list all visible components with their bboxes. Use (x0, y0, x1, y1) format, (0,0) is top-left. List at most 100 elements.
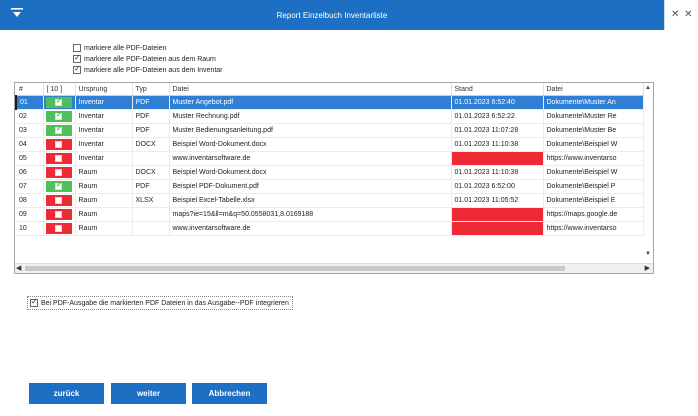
row-checkbox[interactable] (55, 211, 62, 218)
row-flag-cell[interactable] (43, 179, 76, 194)
next-button[interactable]: weiter (111, 383, 186, 404)
row-flag-cell[interactable] (43, 137, 76, 152)
checked-flag[interactable] (46, 97, 72, 108)
row-number: 05 (16, 151, 44, 166)
unchecked-flag[interactable] (46, 167, 72, 178)
close-button[interactable]: ✕ ✕ (664, 0, 698, 30)
row-stand: 01.01.2023 11:05:52 (451, 193, 544, 208)
table-header-row: # [ 10 ] Ursprung Typ Datei Stand Datei (16, 83, 644, 96)
checked-flag[interactable] (46, 111, 72, 122)
column-header-datei[interactable]: Datei (169, 83, 452, 96)
column-header-typ[interactable]: Typ (132, 83, 170, 96)
row-checkbox[interactable] (55, 197, 62, 204)
checked-flag[interactable] (46, 125, 72, 136)
back-button[interactable]: zurück (29, 383, 104, 404)
row-ursprung: Raum (75, 193, 133, 208)
row-flag-cell[interactable] (43, 221, 76, 236)
row-flag-cell[interactable] (43, 95, 76, 110)
checked-flag[interactable] (46, 181, 72, 192)
documents-grid[interactable]: # [ 10 ] Ursprung Typ Datei Stand Datei … (14, 82, 654, 274)
row-stand: 01.01.2023 6:52:00 (451, 179, 544, 194)
row-flag-cell[interactable] (43, 207, 76, 222)
column-header-number[interactable]: # (16, 83, 44, 96)
table-row[interactable]: 07 RaumPDFBeispiel PDF-Dokument.pdf01.01.… (16, 179, 644, 194)
mark-all-pdf-option[interactable]: markiere alle PDF-Dateien (73, 43, 166, 53)
row-datei: maps?ie=15&ll=m&q=50.0558031,8.0169188 (169, 207, 452, 222)
table-row[interactable]: 01 InventarPDFMuster Angebot.pdf01.01.202… (15, 95, 644, 110)
row-ursprung: Inventar (75, 137, 133, 152)
row-flag-cell[interactable] (43, 151, 76, 166)
table-row[interactable]: 05 Inventar www.inventarsoftware.de https:/… (16, 151, 644, 166)
row-checkbox[interactable] (55, 125, 62, 134)
mark-all-pdf-room-option[interactable]: markiere alle PDF-Dateien aus dem Raum (73, 53, 216, 64)
mark-all-pdf-inventory-option[interactable]: markiere alle PDF-Dateien aus dem Invent… (73, 64, 223, 75)
row-ursprung: Raum (75, 221, 133, 236)
row-stand: 01.01.2023 6:52:22 (451, 109, 544, 124)
row-flag-cell[interactable] (43, 193, 76, 208)
table-row[interactable]: 02 InventarPDFMuster Rechnung.pdf01.01.20… (16, 109, 644, 124)
table-row[interactable]: 10 Raum www.inventarsoftware.de https://www… (16, 221, 644, 236)
unchecked-flag[interactable] (46, 209, 72, 220)
table-row[interactable]: 08 Raum XLSX Beispiel Excel-Tabelle.xlsx 01.… (16, 193, 644, 208)
unchecked-flag[interactable] (46, 223, 72, 234)
pdf-integrate-checkbox[interactable] (30, 297, 38, 307)
row-datei: Muster Bedienungsanleitung.pdf (169, 123, 452, 138)
row-number: 09 (16, 207, 44, 222)
row-ursprung: Inventar (75, 95, 133, 110)
scroll-right-icon[interactable]: ▶ (645, 264, 650, 272)
row-checkbox[interactable] (55, 155, 62, 162)
row-flag-cell[interactable] (43, 109, 76, 124)
table-row[interactable]: 06 Raum DOCX Beispiel Word-Dokument.docx 01.… (16, 165, 644, 180)
row-typ: DOCX (132, 137, 170, 152)
row-checkbox[interactable] (55, 225, 62, 232)
table-row[interactable]: 09 Raum maps?ie=15&ll=m&q=50.0558031,8.016… (16, 207, 644, 222)
column-header-count[interactable]: [ 10 ] (43, 83, 76, 96)
row-checkbox[interactable] (55, 169, 62, 176)
row-stand: 01.01.2023 11:10:38 (451, 137, 544, 152)
row-typ: XLSX (132, 193, 170, 208)
row-flag-cell[interactable] (43, 165, 76, 180)
row-pfad: https://maps.google.de (543, 207, 644, 222)
column-header-ursprung[interactable]: Ursprung (75, 83, 133, 96)
table-row[interactable]: 03 InventarPDFMuster Bedienungsanleitung.… (16, 123, 644, 138)
table-row[interactable]: 04 Inventar DOCX Beispiel Word-Dokument.doc… (16, 137, 644, 152)
row-datei: www.inventarsoftware.de (169, 221, 452, 236)
row-pfad: Dokumente\Beispiel P (543, 179, 644, 194)
column-header-pfad[interactable]: Datei (543, 83, 644, 96)
unchecked-flag[interactable] (46, 153, 72, 164)
row-checkbox[interactable] (55, 97, 62, 106)
row-ursprung: Inventar (75, 109, 133, 124)
horizontal-scrollbar[interactable]: ◀ ▶ (15, 263, 653, 273)
scrollbar-thumb[interactable] (25, 266, 565, 271)
row-pfad: https://www.inventarso (543, 221, 644, 236)
row-datei: Beispiel Excel-Tabelle.xlsx (169, 193, 452, 208)
row-ursprung: Raum (75, 207, 133, 222)
unchecked-flag[interactable] (46, 139, 72, 150)
row-flag-cell[interactable] (43, 123, 76, 138)
row-ursprung: Raum (75, 165, 133, 180)
row-checkbox[interactable] (55, 181, 62, 190)
row-stand (451, 151, 544, 166)
row-checkbox[interactable] (55, 141, 62, 148)
mark-all-pdf-room-checkbox[interactable] (73, 53, 81, 63)
title-bar: Report Einzelbuch Inventarliste (0, 0, 664, 30)
scroll-up-icon[interactable]: ▲ (645, 85, 651, 91)
row-pfad: Dokumente\Muster An (543, 95, 644, 110)
pdf-integrate-option[interactable]: Bei PDF-Ausgabe die markierten PDF Datei… (27, 296, 293, 310)
scroll-down-icon[interactable]: ▼ (645, 251, 651, 257)
close-icon[interactable]: ✕ ✕ (671, 9, 694, 20)
row-typ (132, 221, 170, 236)
scroll-left-icon[interactable]: ◀ (16, 264, 21, 272)
row-checkbox[interactable] (55, 111, 62, 120)
row-stand (451, 207, 544, 222)
row-datei: Muster Rechnung.pdf (169, 109, 452, 124)
cancel-button[interactable]: Abbrechen (192, 383, 267, 404)
documents-table: # [ 10 ] Ursprung Typ Datei Stand Datei … (15, 83, 644, 236)
mark-all-pdf-inventory-checkbox[interactable] (73, 64, 81, 74)
row-typ (132, 207, 170, 222)
column-header-stand[interactable]: Stand (451, 83, 544, 96)
mark-all-pdf-checkbox[interactable] (73, 44, 81, 52)
row-pfad: https://www.inventarso (543, 151, 644, 166)
row-stand: 01.01.2023 11:10:38 (451, 165, 544, 180)
unchecked-flag[interactable] (46, 195, 72, 206)
